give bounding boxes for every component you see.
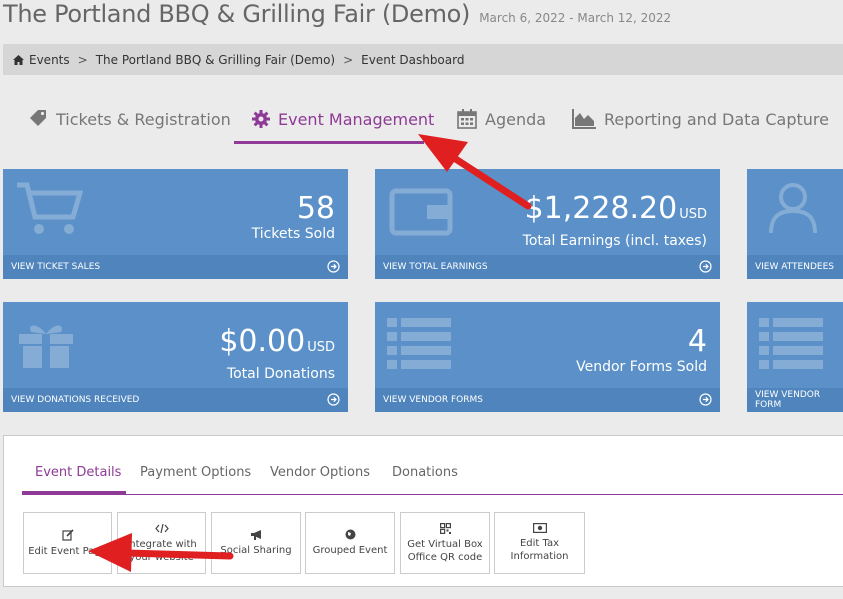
tile-footer-label: VIEW VENDOR FORMS	[383, 395, 483, 405]
active-tab-indicator	[234, 141, 424, 144]
integrate-website-button[interactable]: Integrate with your website	[117, 512, 206, 574]
tab-agenda[interactable]: Agenda	[457, 95, 546, 143]
view-attendees-link[interactable]: VIEW ATTENDEES	[747, 255, 843, 279]
gift-icon	[19, 325, 73, 368]
edit-icon	[61, 528, 74, 541]
calendar-icon	[457, 109, 477, 129]
tile-label: Vendor Forms Sold	[576, 359, 707, 375]
home-icon	[13, 54, 24, 65]
subtab-donations[interactable]: Donations	[392, 465, 458, 480]
view-total-earnings-link[interactable]: VIEW TOTAL EARNINGS	[375, 255, 720, 279]
breadcrumb-current: Event Dashboard	[361, 52, 465, 67]
tile-label: Tickets Sold	[251, 226, 335, 242]
cart-icon	[17, 182, 83, 234]
grouped-event-button[interactable]: Grouped Event	[305, 512, 395, 574]
active-subtab-indicator	[22, 491, 126, 494]
virtual-box-office-qr-button[interactable]: Get Virtual Box Office QR code	[400, 512, 490, 574]
tile-footer-label: VIEW DONATIONS RECEIVED	[11, 395, 140, 405]
tile-label: Total Earnings (incl. taxes)	[522, 233, 707, 249]
button-label: Edit Event Page	[28, 545, 107, 557]
tile-value: 58	[296, 191, 335, 226]
social-sharing-button[interactable]: Social Sharing	[211, 512, 301, 574]
tile-value: 4	[687, 324, 707, 359]
tile-footer-label: VIEW ATTENDEES	[755, 262, 834, 272]
globe-icon	[345, 529, 355, 540]
tab-event-management[interactable]: Event Management	[252, 95, 434, 143]
breadcrumb-events-link[interactable]: Events	[29, 53, 70, 67]
tab-label: Agenda	[485, 109, 547, 129]
edit-tax-information-button[interactable]: Edit Tax Information	[494, 512, 585, 574]
area-chart-icon	[572, 109, 596, 129]
tile-attendees: VIEW ATTENDEES	[747, 169, 843, 279]
bullhorn-icon	[250, 530, 261, 540]
tile-value: $1,228.20 USD	[524, 191, 707, 226]
qrcode-icon	[439, 522, 451, 534]
page-header: The Portland BBQ & Grilling Fair (Demo) …	[3, 0, 671, 36]
view-vendor-form-link[interactable]: VIEW VENDOR FORM	[747, 388, 843, 412]
subtab-payment-options[interactable]: Payment Options	[140, 465, 251, 480]
tile-vendor-forms-2: VIEW VENDOR FORM	[747, 302, 843, 412]
button-label: Get Virtual Box Office QR code	[407, 538, 483, 563]
tab-tickets-registration[interactable]: Tickets & Registration	[28, 95, 231, 143]
button-label: Grouped Event	[312, 545, 388, 556]
tile-tickets-sold: 58 Tickets Sold VIEW TICKET SALES	[3, 169, 348, 279]
tab-label: Tickets & Registration	[56, 109, 231, 129]
gear-icon	[252, 110, 270, 128]
list-icon	[387, 318, 451, 369]
arrow-circle-right-icon	[327, 260, 340, 273]
view-vendor-forms-link[interactable]: VIEW VENDOR FORMS	[375, 388, 720, 412]
button-label: Edit Tax Information	[510, 538, 569, 562]
subtab-vendor-options[interactable]: Vendor Options	[270, 465, 370, 480]
users-icon	[769, 183, 817, 234]
tile-footer-label: VIEW VENDOR FORM	[755, 390, 821, 410]
tile-vendor-forms: 4 Vendor Forms Sold VIEW VENDOR FORMS	[375, 302, 720, 412]
breadcrumb-separator: >	[343, 52, 354, 67]
tile-label: Total Donations	[226, 366, 335, 382]
button-label: Social Sharing	[220, 545, 292, 556]
tab-reporting[interactable]: Reporting and Data Capture	[572, 95, 829, 143]
tile-total-earnings: $1,228.20 USD Total Earnings (incl. taxes…	[375, 169, 720, 279]
wallet-icon	[389, 188, 453, 236]
event-details-panel: Event Details Payment Options Vendor Opt…	[3, 435, 843, 587]
arrow-circle-right-icon	[699, 260, 712, 273]
view-ticket-sales-link[interactable]: VIEW TICKET SALES	[3, 255, 348, 279]
money-icon	[532, 523, 547, 533]
edit-event-page-button[interactable]: Edit Event Page	[23, 512, 112, 574]
page-title: The Portland BBQ & Grilling Fair (Demo)	[3, 0, 471, 28]
breadcrumb-event-link[interactable]: The Portland BBQ & Grilling Fair (Demo)	[96, 53, 335, 67]
arrow-circle-right-icon	[699, 393, 712, 406]
main-tabs: Tickets & Registration Event Management …	[0, 95, 843, 145]
code-icon	[154, 523, 169, 533]
tile-footer-label: VIEW TICKET SALES	[11, 262, 101, 272]
tag-icon	[30, 110, 46, 126]
arrow-circle-right-icon	[327, 393, 340, 406]
sub-tabs: Event Details Payment Options Vendor Opt…	[22, 456, 843, 495]
breadcrumb: Events > The Portland BBQ & Grilling Fai…	[3, 44, 843, 75]
tile-total-donations: $0.00 USD Total Donations VIEW DONATIONS …	[3, 302, 348, 412]
event-dates: March 6, 2022 - March 12, 2022	[479, 11, 672, 25]
tab-label: Event Management	[278, 109, 435, 129]
button-label: Integrate with your website	[126, 538, 197, 563]
view-donations-link[interactable]: VIEW DONATIONS RECEIVED	[3, 388, 348, 412]
tile-value: $0.00 USD	[219, 324, 335, 359]
tile-footer-label: VIEW TOTAL EARNINGS	[383, 262, 488, 272]
tab-label: Reporting and Data Capture	[604, 109, 829, 129]
list-icon	[759, 318, 823, 369]
subtab-event-details[interactable]: Event Details	[35, 465, 121, 480]
breadcrumb-separator: >	[77, 52, 88, 67]
